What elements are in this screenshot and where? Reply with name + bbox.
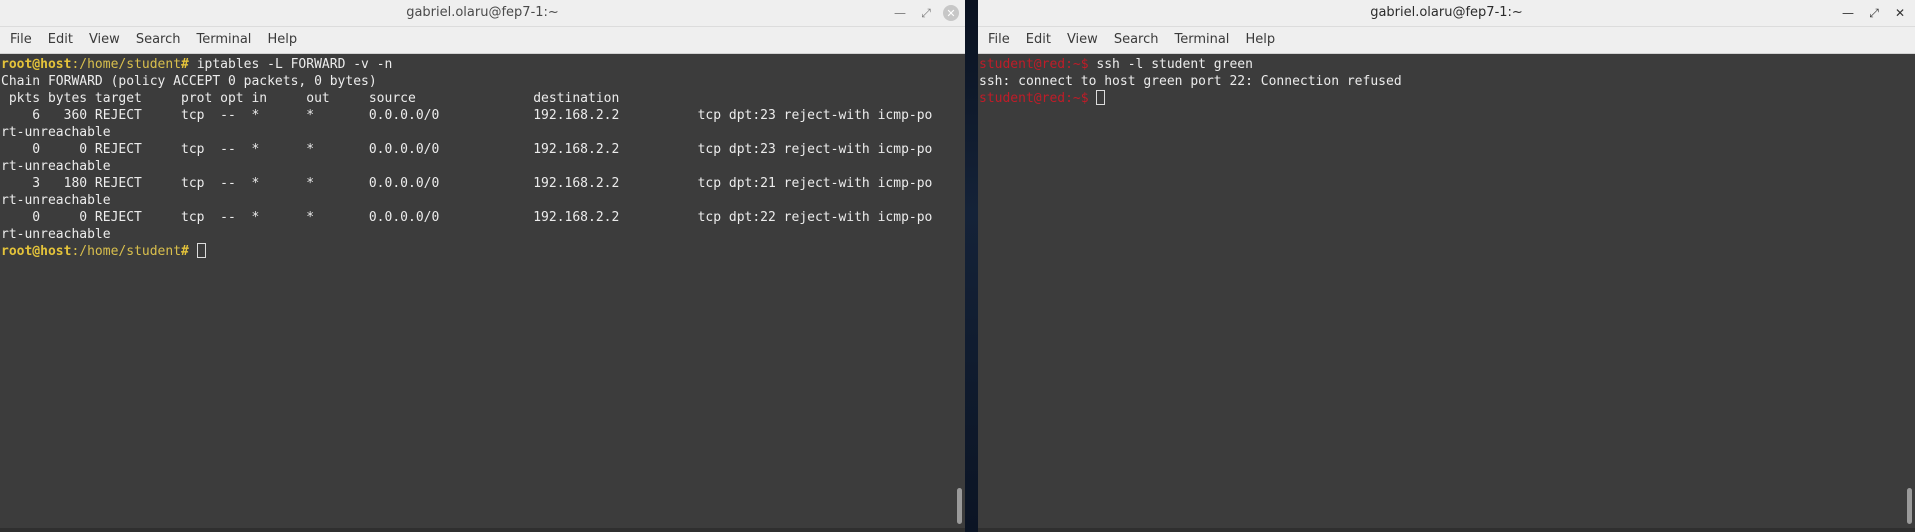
output-line: rt-unreachable xyxy=(1,227,111,242)
text-cursor xyxy=(196,243,206,258)
menu-edit[interactable]: Edit xyxy=(40,27,81,53)
bottom-border xyxy=(0,528,965,532)
menu-search[interactable]: Search xyxy=(128,27,189,53)
output-line: ssh: connect to host green port 22: Conn… xyxy=(979,74,1402,89)
prompt-path: :/home/student xyxy=(71,57,182,72)
output-line: Chain FORWARD (policy ACCEPT 0 packets, … xyxy=(1,74,377,89)
menu-search[interactable]: Search xyxy=(1106,27,1167,53)
terminal-area[interactable]: root@host:/home/student# iptables -L FOR… xyxy=(0,54,965,532)
prompt-symbol: # xyxy=(181,57,197,72)
terminal-window-left[interactable]: gabriel.olaru@fep7-1:~ — ⤢ ✕ File Edit V… xyxy=(0,0,965,532)
window-title: gabriel.olaru@fep7-1:~ xyxy=(1370,5,1523,20)
close-icon[interactable]: ✕ xyxy=(1891,4,1909,22)
output-line: 3 180 REJECT tcp -- * * 0.0.0.0/0 192.16… xyxy=(1,176,933,191)
menubar: File Edit View Search Terminal Help xyxy=(978,27,1915,54)
menu-help[interactable]: Help xyxy=(1237,27,1283,53)
current-prompt-line: student@red:~$ xyxy=(979,90,1915,107)
maximize-icon[interactable]: ⤢ xyxy=(917,4,935,22)
current-prompt-line: root@host:/home/student# xyxy=(1,243,965,260)
command-line: student@red:~$ ssh -l student green xyxy=(979,56,1915,73)
output-line: rt-unreachable xyxy=(1,193,111,208)
window-controls: — ⤢ ✕ xyxy=(1839,4,1909,22)
terminal-area[interactable]: student@red:~$ ssh -l student green ssh:… xyxy=(978,54,1915,532)
minimize-icon[interactable]: — xyxy=(1839,4,1857,22)
terminal-window-right[interactable]: gabriel.olaru@fep7-1:~ — ⤢ ✕ File Edit V… xyxy=(978,0,1915,532)
output-line: rt-unreachable xyxy=(1,159,111,174)
menu-file[interactable]: File xyxy=(2,27,40,53)
prompt: student@red:~$ xyxy=(979,91,1097,106)
output-line: pkts bytes target prot opt in out source… xyxy=(1,91,620,106)
prompt-path: :/home/student xyxy=(71,244,182,259)
minimize-icon[interactable]: — xyxy=(891,4,909,22)
window-controls: — ⤢ ✕ xyxy=(891,4,959,22)
prompt-symbol: # xyxy=(181,244,197,259)
close-icon[interactable]: ✕ xyxy=(943,5,959,21)
output-line: 0 0 REJECT tcp -- * * 0.0.0.0/0 192.168.… xyxy=(1,210,933,225)
menubar: File Edit View Search Terminal Help xyxy=(0,27,965,54)
bottom-border xyxy=(978,528,1915,532)
menu-view[interactable]: View xyxy=(1059,27,1106,53)
prompt: student@red:~$ xyxy=(979,57,1097,72)
window-title: gabriel.olaru@fep7-1:~ xyxy=(406,5,559,20)
menu-terminal[interactable]: Terminal xyxy=(188,27,259,53)
prompt-user: root@host xyxy=(1,244,72,259)
output-line: 6 360 REJECT tcp -- * * 0.0.0.0/0 192.16… xyxy=(1,108,933,123)
command-text: ssh -l student green xyxy=(1096,57,1253,72)
scrollbar-thumb[interactable] xyxy=(957,488,962,524)
command-line: root@host:/home/student# iptables -L FOR… xyxy=(1,56,965,73)
menu-edit[interactable]: Edit xyxy=(1018,27,1059,53)
output-line: rt-unreachable xyxy=(1,125,111,140)
titlebar[interactable]: gabriel.olaru@fep7-1:~ — ⤢ ✕ xyxy=(978,0,1915,27)
maximize-icon[interactable]: ⤢ xyxy=(1865,4,1883,22)
output-line: 0 0 REJECT tcp -- * * 0.0.0.0/0 192.168.… xyxy=(1,142,933,157)
command-text: iptables -L FORWARD -v -n xyxy=(196,57,393,72)
menu-file[interactable]: File xyxy=(980,27,1018,53)
scrollbar-thumb[interactable] xyxy=(1907,488,1912,524)
prompt-user: root@host xyxy=(1,57,72,72)
menu-terminal[interactable]: Terminal xyxy=(1166,27,1237,53)
desktop-background xyxy=(965,0,978,532)
menu-help[interactable]: Help xyxy=(259,27,305,53)
text-cursor xyxy=(1096,90,1106,105)
menu-view[interactable]: View xyxy=(81,27,128,53)
titlebar[interactable]: gabriel.olaru@fep7-1:~ — ⤢ ✕ xyxy=(0,0,965,27)
